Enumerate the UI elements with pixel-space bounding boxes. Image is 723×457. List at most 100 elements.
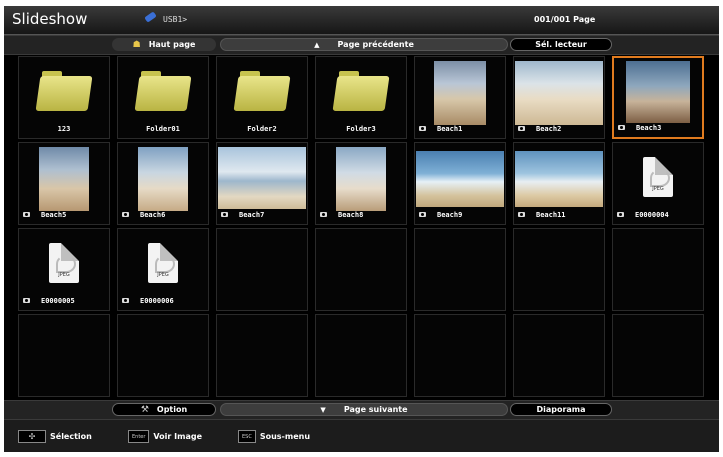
camera-icon (617, 212, 624, 217)
grid-empty-slot (513, 314, 605, 397)
slideshow-window: Slideshow USB1> 001/001 Page ☗ Haut page… (4, 6, 719, 452)
app-title: Slideshow (12, 10, 88, 28)
camera-icon (518, 126, 525, 131)
camera-icon (419, 212, 426, 217)
esc-key-icon: ESC (238, 430, 256, 443)
grid-item-image[interactable]: Beach9 (414, 142, 506, 225)
image-thumbnail (39, 147, 89, 211)
item-label: E0000004 (635, 211, 669, 219)
image-thumbnail (138, 147, 188, 211)
move-arrows-icon: ✣ (18, 430, 46, 443)
key-hints-bar: ✣ Sélection Enter Voir Image ESC Sous-me… (4, 420, 719, 452)
grid-empty-slot (18, 314, 110, 397)
hint-selection: ✣ Sélection (18, 430, 92, 443)
hint-selection-label: Sélection (50, 432, 92, 441)
title-bar: Slideshow USB1> 001/001 Page (4, 6, 719, 35)
next-page-button[interactable]: ▼ Page suivante (220, 403, 508, 416)
grid-item-folder[interactable]: Folder3 (315, 56, 407, 139)
previous-page-label: Page précédente (337, 40, 414, 49)
item-label: Beach1 (437, 125, 463, 133)
folder-icon (332, 71, 390, 111)
camera-icon (618, 125, 625, 130)
option-label: Option (156, 405, 188, 414)
usb-drive-icon (144, 11, 157, 23)
grid-item-jpeg[interactable]: JPEG E0000004 (612, 142, 704, 225)
camera-icon (122, 212, 129, 217)
next-page-label: Page suivante (343, 405, 408, 414)
camera-icon (419, 126, 426, 131)
camera-icon (221, 212, 228, 217)
grid-empty-slot (216, 228, 308, 311)
item-label: 123 (57, 125, 71, 133)
folder-icon (233, 71, 291, 111)
jpeg-file-icon: JPEG (643, 157, 673, 197)
grid-item-image-selected[interactable]: Beach3 (612, 56, 704, 139)
grid-item-image[interactable]: Beach1 (414, 56, 506, 139)
down-arrow-icon: ▼ (320, 405, 326, 414)
up-arrow-icon: ▲ (314, 40, 320, 49)
grid-empty-slot (513, 228, 605, 311)
item-label: Folder01 (146, 125, 180, 133)
file-grid: 123 Folder01 Folder2 Folder3 Beach1 Beac… (18, 56, 704, 397)
grid-empty-slot (315, 314, 407, 397)
image-thumbnail (626, 61, 690, 123)
select-reader-button[interactable]: Sél. lecteur (510, 38, 612, 51)
option-button[interactable]: ⚒ Option (112, 403, 216, 416)
grid-empty-slot (315, 228, 407, 311)
wrench-icon: ⚒ (140, 404, 149, 415)
camera-icon (518, 212, 525, 217)
camera-icon (122, 298, 129, 303)
top-navigation-bar: ☗ Haut page ▲ Page précédente Sél. lecte… (4, 35, 719, 55)
item-label: Beach3 (636, 124, 662, 132)
current-path: USB1> (163, 15, 188, 24)
top-page-button[interactable]: ☗ Haut page (112, 38, 216, 51)
item-label: Beach5 (41, 211, 67, 219)
grid-item-image[interactable]: Beach8 (315, 142, 407, 225)
item-label: Beach2 (536, 125, 562, 133)
grid-item-jpeg[interactable]: JPEG E0000006 (117, 228, 209, 311)
home-icon: ☗ (132, 39, 141, 50)
grid-item-folder[interactable]: Folder01 (117, 56, 209, 139)
grid-item-image[interactable]: Beach6 (117, 142, 209, 225)
jpeg-file-icon: JPEG (49, 243, 79, 283)
grid-item-image[interactable]: Beach7 (216, 142, 308, 225)
grid-item-jpeg[interactable]: JPEG E0000005 (18, 228, 110, 311)
grid-item-folder[interactable]: Folder2 (216, 56, 308, 139)
item-label: Folder3 (346, 125, 376, 133)
item-label: Beach6 (140, 211, 166, 219)
image-thumbnail (336, 147, 386, 211)
select-reader-label: Sél. lecteur (535, 40, 587, 49)
previous-page-button[interactable]: ▲ Page précédente (220, 38, 508, 51)
camera-icon (23, 298, 30, 303)
top-page-label: Haut page (148, 40, 196, 49)
enter-key-icon: Enter (128, 430, 150, 443)
image-thumbnail (434, 61, 486, 125)
item-label: Beach7 (239, 211, 265, 219)
page-counter: 001/001 Page (534, 15, 596, 24)
grid-empty-slot (117, 314, 209, 397)
image-thumbnail (515, 151, 603, 207)
hint-submenu-label: Sous-menu (259, 432, 311, 441)
item-label: E0000005 (41, 297, 75, 305)
hint-view-image-label: Voir Image (153, 432, 203, 441)
grid-empty-slot (216, 314, 308, 397)
grid-item-folder[interactable]: 123 (18, 56, 110, 139)
camera-icon (320, 212, 327, 217)
grid-empty-slot (414, 314, 506, 397)
folder-icon (134, 71, 192, 111)
item-label: Beach11 (536, 211, 566, 219)
image-thumbnail (416, 151, 504, 207)
camera-icon (23, 212, 30, 217)
hint-submenu: ESC Sous-menu (238, 430, 310, 443)
grid-empty-slot (612, 314, 704, 397)
slideshow-button[interactable]: Diaporama (510, 403, 612, 416)
bottom-navigation-bar: ⚒ Option ▼ Page suivante Diaporama (4, 400, 719, 420)
grid-empty-slot (414, 228, 506, 311)
item-label: Beach8 (338, 211, 364, 219)
grid-item-image[interactable]: Beach11 (513, 142, 605, 225)
jpeg-file-icon: JPEG (148, 243, 178, 283)
item-label: Beach9 (437, 211, 463, 219)
hint-view-image: Enter Voir Image (128, 430, 202, 443)
grid-item-image[interactable]: Beach5 (18, 142, 110, 225)
grid-item-image[interactable]: Beach2 (513, 56, 605, 139)
